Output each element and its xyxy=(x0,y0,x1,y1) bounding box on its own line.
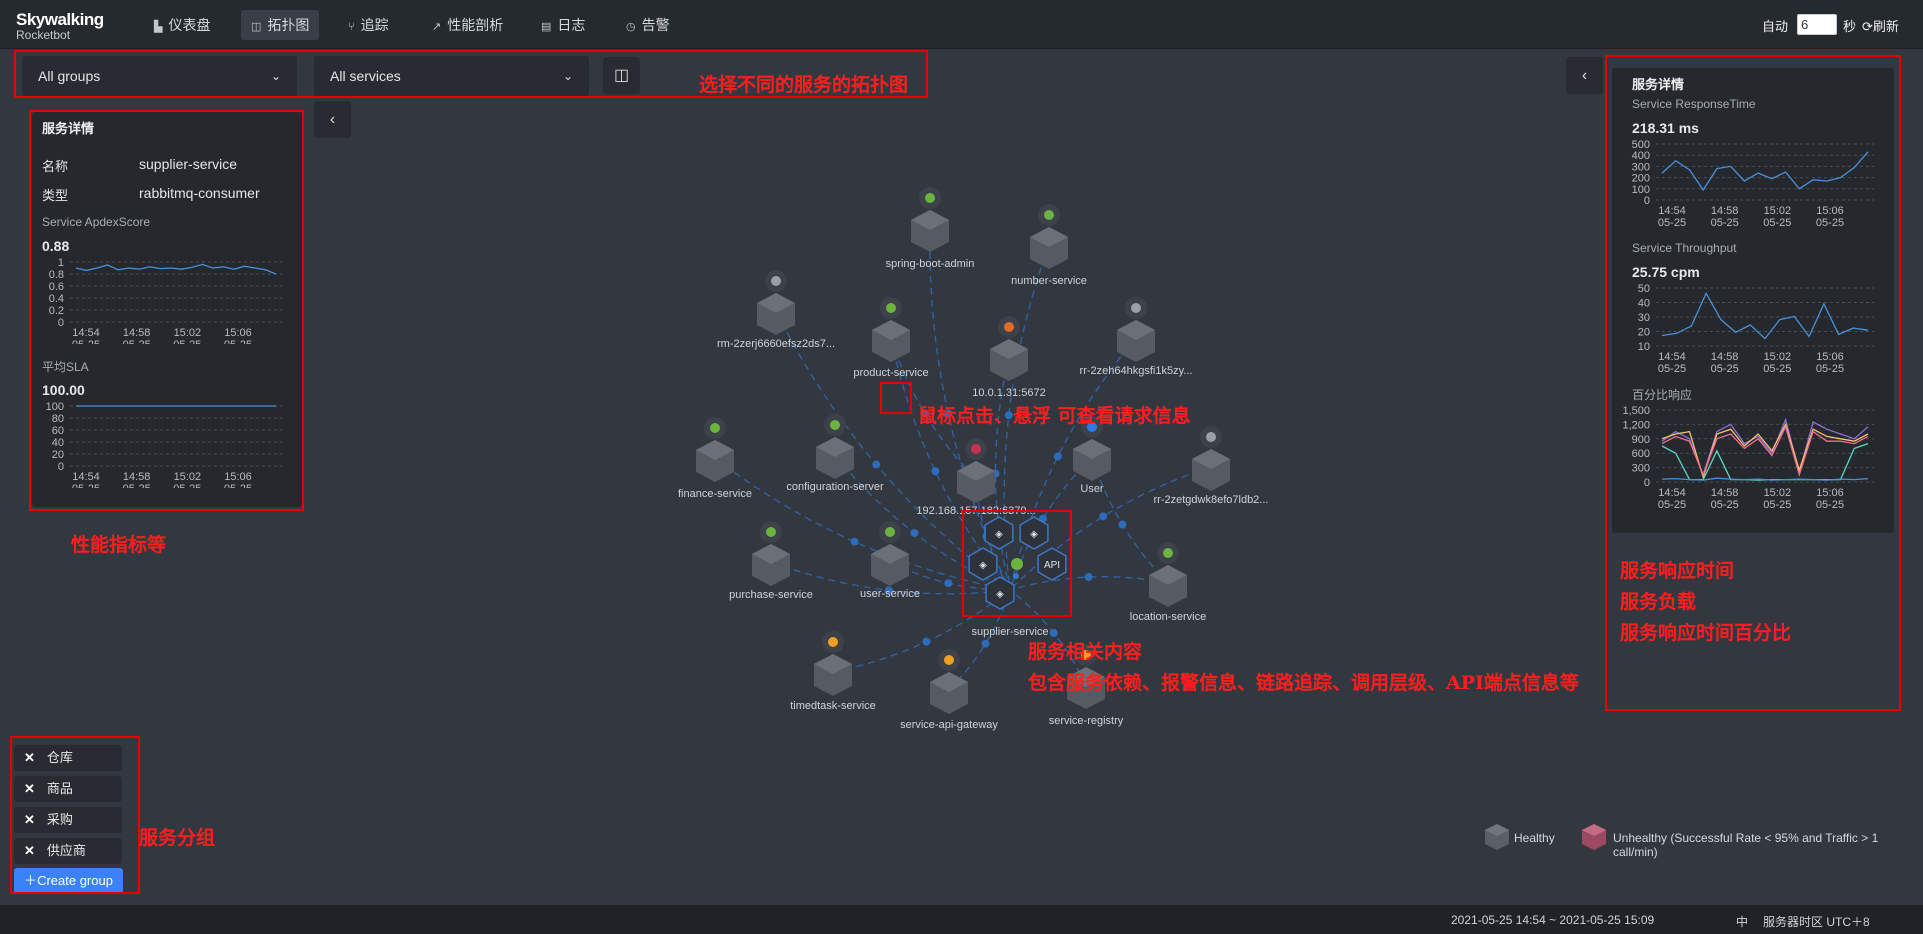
node-label: spring-boot-admin xyxy=(886,258,975,270)
unhealthy-cube-icon xyxy=(1582,824,1606,850)
edge-dot[interactable] xyxy=(872,460,881,469)
topology-node[interactable]: 192.168.157.182:6379... xyxy=(916,438,1036,517)
edge-dot[interactable] xyxy=(931,467,940,476)
node-label: rm-2zerj6660efsz2ds7... xyxy=(717,338,835,350)
node-label: User xyxy=(1080,483,1104,495)
spring-icon xyxy=(766,527,776,537)
bird-icon xyxy=(828,637,838,647)
topology-node[interactable]: number-service xyxy=(1011,204,1087,287)
edge-dot[interactable] xyxy=(1118,520,1127,529)
healthy-cube-icon xyxy=(1485,824,1509,850)
annotation-service-related: 服务相关内容 xyxy=(1028,641,1143,663)
node-label: location-service xyxy=(1130,611,1206,623)
node-label: purchase-service xyxy=(729,589,813,601)
edge-dot[interactable] xyxy=(981,639,990,648)
spring-icon xyxy=(1163,548,1173,558)
edge-dot[interactable] xyxy=(944,579,953,588)
edge-dot[interactable] xyxy=(1099,512,1108,521)
topology-node[interactable]: timedtask-service xyxy=(790,631,876,712)
rabbitmq-icon xyxy=(1004,322,1014,332)
annotation-box-groups xyxy=(10,736,140,894)
node-label: number-service xyxy=(1011,275,1087,287)
node-label: product-service xyxy=(853,367,928,379)
legend-unhealthy: Unhealthy (Successful Rate < 95% and Tra… xyxy=(1613,831,1879,859)
node-label: service-api-gateway xyxy=(900,719,998,731)
annotation-perf-metrics: 性能指标等 xyxy=(71,534,167,556)
topology-node[interactable]: spring-boot-admin xyxy=(886,187,975,270)
topology-node[interactable]: configuration-server xyxy=(786,414,884,493)
edge-dot[interactable] xyxy=(1053,452,1062,461)
topology-node[interactable]: service-api-gateway xyxy=(900,649,998,731)
topology-node[interactable]: finance-service xyxy=(678,417,752,500)
topology-node[interactable]: rm-2zerj6660efsz2ds7... xyxy=(717,270,835,350)
topology-node[interactable]: product-service xyxy=(853,297,929,379)
annotation-click-hover: 鼠标点击、悬浮 可查看请求信息 xyxy=(918,405,1191,427)
topology-node[interactable]: rr-2zeh64hkgsfi1k5zy... xyxy=(1080,297,1193,377)
database-icon xyxy=(771,276,781,286)
timezone-label: 服务器时区 UTC＋8 xyxy=(1763,915,1870,929)
node-label: timedtask-service xyxy=(790,700,876,712)
spring-icon xyxy=(886,303,896,313)
node-label: rr-2zetgdwk8efo7ldb2... xyxy=(1154,494,1269,506)
annotation-service-related-detail: 包含服务依赖、报警信息、链路追踪、调用层级、API端点信息等 xyxy=(1028,672,1579,694)
legend-healthy: Healthy xyxy=(1514,831,1555,845)
edge-dot[interactable] xyxy=(1049,628,1058,637)
annotation-box-hex-menu xyxy=(962,510,1072,617)
edge-dot[interactable] xyxy=(922,637,931,646)
database-icon xyxy=(1206,432,1216,442)
node-label: configuration-server xyxy=(786,481,884,493)
time-range[interactable]: 2021-05-25 14:54 ~ 2021-05-25 15:09 xyxy=(1451,913,1654,927)
spring-icon xyxy=(1044,210,1054,220)
spring-icon xyxy=(885,527,895,537)
annotation-resp-time: 服务响应时间 xyxy=(1620,560,1735,582)
language-toggle[interactable]: 中 xyxy=(1736,913,1748,930)
spring-icon xyxy=(710,423,720,433)
annotation-percentile: 服务响应时间百分比 xyxy=(1620,622,1792,644)
annotation-topology-select: 选择不同的服务的拓扑图 xyxy=(699,74,909,96)
annotation-box-left-panel xyxy=(29,110,304,511)
annotation-box-edge xyxy=(880,382,912,414)
node-label: finance-service xyxy=(678,488,752,500)
topology-node[interactable]: rr-2zetgdwk8efo7ldb2... xyxy=(1154,426,1269,506)
annotation-load: 服务负载 xyxy=(1620,591,1697,613)
edge-dot[interactable] xyxy=(850,537,859,546)
node-label: rr-2zeh64hkgsfi1k5zy... xyxy=(1080,365,1193,377)
footer: 2021-05-25 14:54 ~ 2021-05-25 15:09 中 服务… xyxy=(0,905,1923,934)
node-label: 10.0.1.31:5672 xyxy=(972,387,1045,399)
redis-icon xyxy=(971,444,981,454)
database-icon xyxy=(1131,303,1141,313)
topology-node[interactable]: purchase-service xyxy=(729,521,813,601)
spring-icon xyxy=(830,420,840,430)
edge-dot[interactable] xyxy=(1084,573,1093,582)
spring-icon xyxy=(925,193,935,203)
bird-icon xyxy=(944,655,954,665)
topology-node[interactable]: 10.0.1.31:5672 xyxy=(972,316,1046,399)
node-label: user-service xyxy=(860,588,920,600)
annotation-groups: 服务分组 xyxy=(139,827,216,849)
node-label: service-registry xyxy=(1049,715,1124,727)
edge-dot[interactable] xyxy=(910,529,919,537)
topology-node[interactable]: location-service xyxy=(1130,542,1206,623)
